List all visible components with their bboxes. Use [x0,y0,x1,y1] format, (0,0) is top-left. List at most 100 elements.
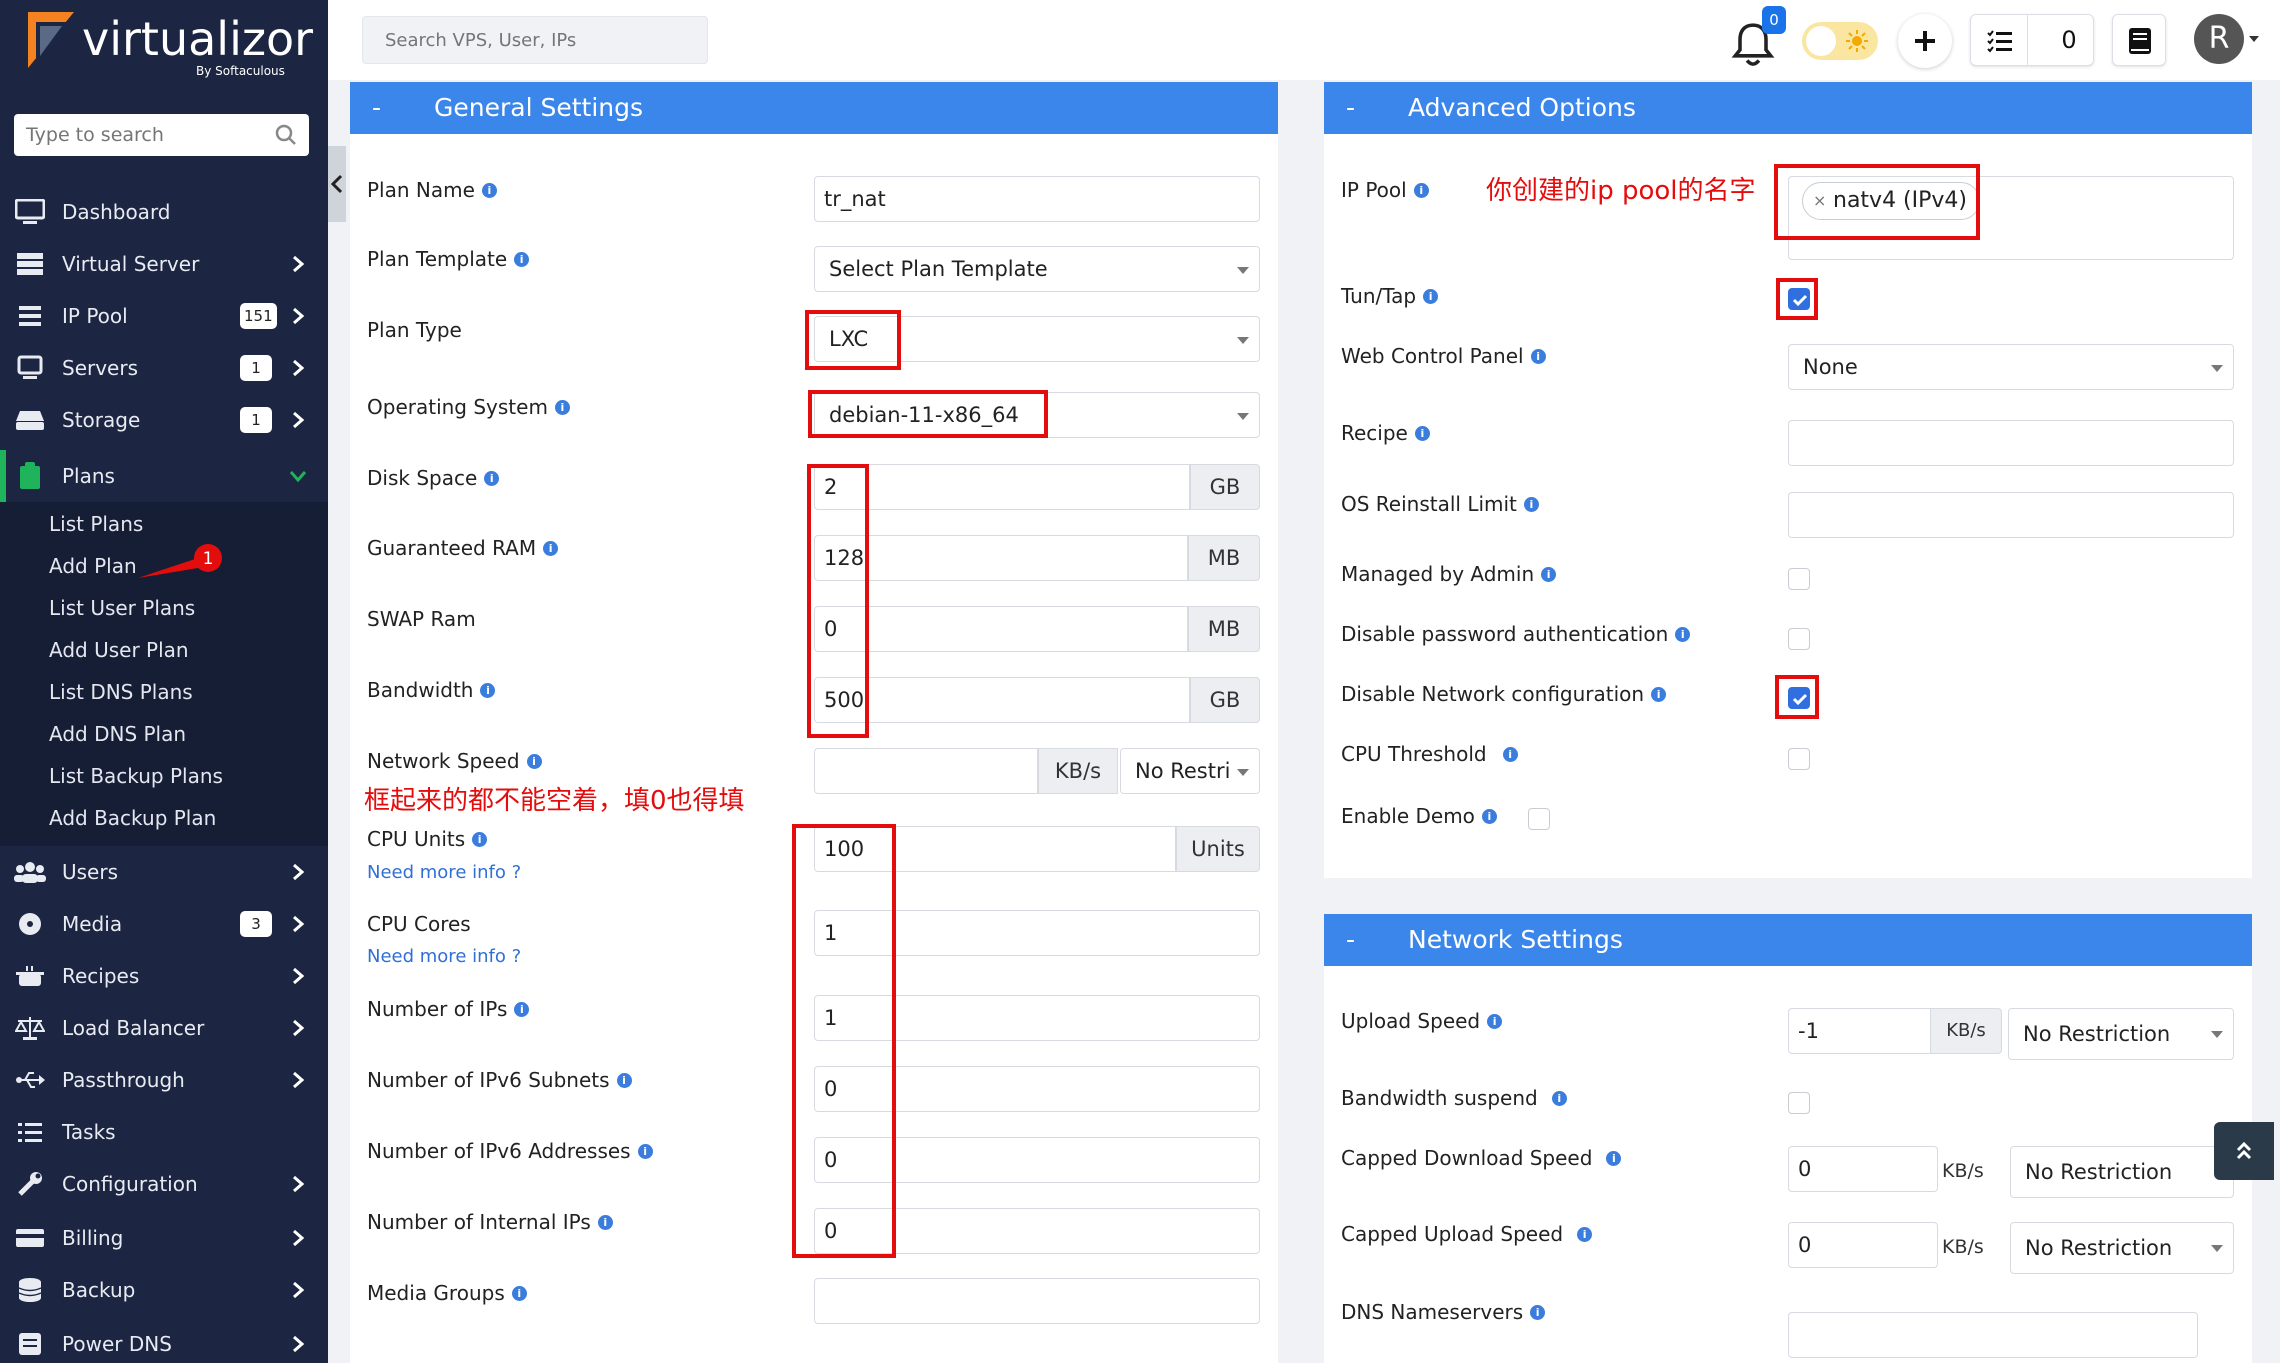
submenu-add-dns-plan[interactable]: Add DNS Plan [49,722,186,746]
info-icon[interactable]: i [1413,182,1429,198]
info-icon[interactable]: i [1523,496,1539,512]
collapse-toggle[interactable]: - [372,93,381,122]
docs-button[interactable] [2112,14,2166,66]
search-icon[interactable] [275,124,297,146]
sidebar-item-tasks[interactable]: Tasks [0,1106,328,1158]
sidebar-item-label: Passthrough [62,1068,185,1092]
capped-upload-select[interactable]: No Restriction [2010,1222,2234,1274]
sidebar-item-users[interactable]: Users [0,846,328,898]
info-icon[interactable]: i [554,399,570,415]
sidebar-item-virtual-server[interactable]: Virtual Server [0,238,328,290]
sidebar-item-passthrough[interactable]: Passthrough [0,1054,328,1106]
submenu-list-dns-plans[interactable]: List DNS Plans [49,680,193,704]
plan-name-input[interactable]: tr_nat [814,176,1260,222]
advanced-options-header[interactable]: - Advanced Options [1324,82,2252,134]
info-icon[interactable]: i [616,1072,632,1088]
bandwidth-suspend-checkbox[interactable] [1788,1092,1810,1114]
managed-by-admin-checkbox[interactable] [1788,568,1810,590]
sidebar-item-dashboard[interactable]: Dashboard [0,186,328,238]
info-icon[interactable]: i [1487,1013,1503,1029]
sidebar-search-input[interactable] [14,114,264,156]
caret-down-icon [1237,769,1249,776]
capped-download-select[interactable]: No Restriction [2010,1146,2234,1198]
info-icon[interactable]: i [1530,348,1546,364]
info-icon[interactable]: i [1502,746,1518,762]
collapse-toggle[interactable]: - [1346,93,1355,122]
info-icon[interactable]: i [1651,686,1667,702]
avatar[interactable]: R [2194,14,2244,64]
capped-upload-input[interactable]: 0 [1788,1222,1938,1268]
sidebar-item-load-balancer[interactable]: Load Balancer [0,1002,328,1054]
sidebar-item-media[interactable]: Media 3 [0,898,328,950]
capped-download-input[interactable]: 0 [1788,1146,1938,1192]
guaranteed-ram-input[interactable]: 128 [814,535,1188,581]
submenu-list-plans[interactable]: List Plans [49,512,143,536]
info-icon[interactable]: i [511,1285,527,1301]
info-icon[interactable]: i [480,682,496,698]
upload-speed-input[interactable]: -1 [1788,1008,1934,1054]
info-icon[interactable]: i [1551,1090,1567,1106]
info-icon[interactable]: i [514,1001,530,1017]
chevron-right-icon [293,411,305,429]
add-button[interactable] [1898,14,1952,68]
submenu-add-plan[interactable]: Add Plan [49,554,137,578]
bandwidth-input[interactable]: 500 [814,677,1190,723]
enable-demo-checkbox[interactable] [1528,808,1550,830]
network-settings-header[interactable]: - Network Settings [1324,914,2252,966]
network-speed-select[interactable]: No Restri [1120,748,1260,794]
info-icon[interactable]: i [637,1143,653,1159]
submenu-add-backup-plan[interactable]: Add Backup Plan [49,806,216,830]
cpu-units-help-link[interactable]: Need more info ? [367,862,521,883]
info-icon[interactable]: i [484,470,500,486]
media-groups-input[interactable] [814,1278,1260,1324]
info-icon[interactable]: i [514,251,530,267]
recipe-input[interactable] [1788,420,2234,466]
network-speed-input[interactable] [814,748,1038,794]
server-icon [14,250,46,278]
dns-nameservers-input[interactable] [1788,1312,2198,1358]
sidebar-item-servers[interactable]: Servers 1 [0,342,328,394]
sidebar-item-label: Media [62,912,123,936]
sidebar-item-configuration[interactable]: Configuration [0,1158,328,1210]
sidebar-item-storage[interactable]: Storage 1 [0,394,328,446]
submenu-list-user-plans[interactable]: List User Plans [49,596,195,620]
theme-toggle[interactable] [1802,22,1878,60]
submenu-list-backup-plans[interactable]: List Backup Plans [49,764,223,788]
info-icon[interactable]: i [1423,288,1439,304]
info-icon[interactable]: i [526,753,542,769]
sidebar-item-power-dns[interactable]: Power DNS [0,1318,328,1363]
disk-space-input[interactable]: 2 [814,464,1190,510]
info-icon[interactable]: i [1606,1150,1622,1166]
scroll-to-top-button[interactable] [2214,1122,2274,1180]
plan-template-select[interactable]: Select Plan Template [814,246,1260,292]
os-reinstall-limit-input[interactable] [1788,492,2234,538]
sidebar-collapse-toggle[interactable] [328,146,346,222]
caret-down-icon[interactable] [2248,34,2260,44]
upload-speed-select[interactable]: No Restriction [2008,1008,2234,1060]
submenu-add-user-plan[interactable]: Add User Plan [49,638,189,662]
sidebar-item-plans[interactable]: Plans [0,450,328,502]
info-icon[interactable]: i [1414,425,1430,441]
cpu-cores-help-link[interactable]: Need more info ? [367,946,521,967]
sidebar-item-recipes[interactable]: Recipes [0,950,328,1002]
swap-ram-input[interactable]: 0 [814,606,1188,652]
info-icon[interactable]: i [597,1214,613,1230]
sidebar-item-billing[interactable]: Billing [0,1212,328,1264]
info-icon[interactable]: i [1675,626,1691,642]
general-settings-header[interactable]: - General Settings [350,82,1278,134]
collapse-toggle[interactable]: - [1346,925,1355,954]
sidebar-item-backup[interactable]: Backup [0,1264,328,1316]
info-icon[interactable]: i [1577,1226,1593,1242]
info-icon[interactable]: i [1481,808,1497,824]
sidebar-item-ip-pool[interactable]: IP Pool 151 [0,290,328,342]
info-icon[interactable]: i [1541,566,1557,582]
info-icon[interactable]: i [481,182,497,198]
info-icon[interactable]: i [543,540,559,556]
global-search-input[interactable] [363,17,707,63]
web-control-panel-select[interactable]: None [1788,344,2234,390]
info-icon[interactable]: i [472,831,488,847]
cpu-threshold-checkbox[interactable] [1788,748,1810,770]
info-icon[interactable]: i [1530,1304,1546,1320]
disable-password-auth-checkbox[interactable] [1788,628,1810,650]
double-chevron-up-icon [2236,1141,2252,1160]
